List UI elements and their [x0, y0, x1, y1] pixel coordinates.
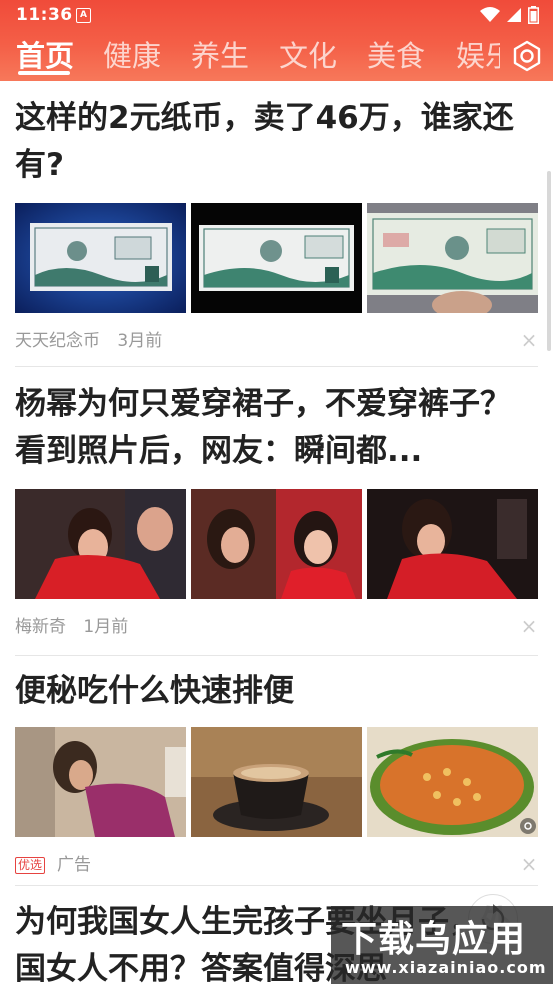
tab-wellness[interactable]: 养生: [191, 36, 249, 76]
scrollbar[interactable]: [547, 171, 551, 351]
article-images: [15, 489, 538, 599]
article-image[interactable]: [15, 489, 186, 599]
settings-button[interactable]: [509, 38, 545, 74]
tab-entertainment[interactable]: 娱乐: [456, 36, 500, 76]
article-meta: 梅新奇 1月前 ×: [15, 615, 538, 639]
status-time: 11:36: [16, 5, 73, 25]
article-meta: 天天纪念币 3月前 ×: [15, 329, 538, 353]
article-image[interactable]: [367, 203, 538, 313]
article-source: 天天纪念币: [15, 331, 100, 351]
ad-tag: 优选: [15, 856, 46, 874]
category-tabs: 首页 健康 养生 文化 美食 娱乐: [0, 36, 500, 76]
article-title[interactable]: 这样的2元纸币，卖了46万，谁家还有?: [15, 95, 538, 189]
article-card[interactable]: 杨幂为何只爱穿裙子，不爱穿裤子？看到照片后，网友：瞬间都... 梅新奇 1月前 …: [15, 381, 538, 639]
tab-health[interactable]: 健康: [103, 36, 161, 76]
app-header: 11:36 A 首页 健康 养生 文化 美食 娱乐: [0, 0, 553, 81]
dismiss-icon[interactable]: ×: [520, 854, 538, 874]
watermark: 下载乌应用 www.xiazainiao.com: [331, 906, 553, 984]
article-image[interactable]: [191, 489, 362, 599]
article-image[interactable]: [191, 203, 362, 313]
article-meta: 优选 广告 ×: [15, 853, 538, 877]
article-image[interactable]: [15, 727, 186, 837]
tab-food[interactable]: 美食: [367, 36, 425, 76]
tab-culture[interactable]: 文化: [279, 36, 337, 76]
article-source: 梅新奇: [15, 617, 66, 637]
divider: [15, 885, 538, 886]
dismiss-icon[interactable]: ×: [520, 330, 538, 350]
article-image[interactable]: [367, 727, 538, 837]
tab-home[interactable]: 首页: [16, 36, 74, 76]
dismiss-icon[interactable]: ×: [520, 616, 538, 636]
gear-icon: [513, 40, 541, 72]
article-image[interactable]: [367, 489, 538, 599]
article-time: 1月前: [83, 617, 129, 637]
divider: [15, 366, 538, 367]
watermark-url: www.xiazainiao.com: [345, 958, 547, 977]
article-image[interactable]: [15, 203, 186, 313]
battery-icon: [528, 6, 539, 24]
article-images: [15, 203, 538, 313]
article-images: [15, 727, 538, 837]
news-feed[interactable]: 这样的2元纸币，卖了46万，谁家还有? 天天纪念币 3月前 × 杨幂为何只爱穿裙…: [0, 81, 553, 984]
divider: [15, 655, 538, 656]
article-title[interactable]: 杨幂为何只爱穿裙子，不爱穿裤子？看到照片后，网友：瞬间都...: [15, 381, 538, 475]
ad-card[interactable]: 便秘吃什么快速排便 优选 广告 ×: [15, 668, 538, 877]
article-card[interactable]: 这样的2元纸币，卖了46万，谁家还有? 天天纪念币 3月前 ×: [15, 95, 538, 353]
status-icons: [480, 6, 539, 24]
article-image[interactable]: [191, 727, 362, 837]
article-title-text: 杨幂为何只爱穿裙子，不爱穿裤子？看到照片后，网友：瞬间都...: [15, 386, 511, 469]
wifi-icon: [480, 7, 500, 22]
active-tab-indicator: [18, 71, 70, 75]
notification-icon: A: [76, 8, 91, 23]
ad-label: 广告: [57, 855, 92, 875]
article-title[interactable]: 便秘吃什么快速排便: [15, 668, 538, 715]
status-bar: 11:36 A: [0, 0, 553, 32]
article-time: 3月前: [117, 331, 163, 351]
signal-icon: [507, 8, 521, 22]
watermark-title: 下载乌应用: [341, 919, 527, 960]
